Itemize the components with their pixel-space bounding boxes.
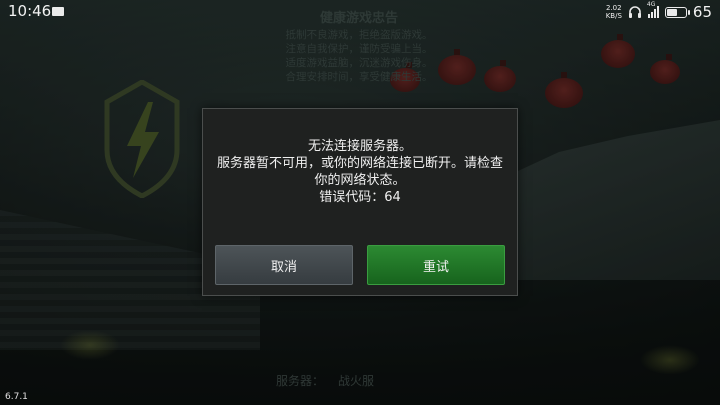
retry-button-label: 重试 xyxy=(422,259,449,275)
status-bar-right: 2.02 KB/S 4G 65 xyxy=(606,1,712,21)
cancel-button-label: 取消 xyxy=(270,259,297,275)
battery-level: 65 xyxy=(692,3,712,21)
retry-button[interactable]: 重试 xyxy=(367,245,505,285)
version-label: 6.7.1 xyxy=(5,392,28,402)
signal-icon: 4G xyxy=(647,1,659,18)
network-speed-unit: KB/S xyxy=(605,12,622,20)
status-time: 10:46 xyxy=(8,2,52,20)
connection-error-dialog: 无法连接服务器。 服务器暂不可用，或你的网络连接已断开。请检查 你的网络状态。 … xyxy=(202,108,518,296)
battery-fill xyxy=(666,8,678,16)
error-code: 错误代码：64 xyxy=(319,190,401,205)
error-message-line: 服务器暂不可用，或你的网络连接已断开。请检查 xyxy=(216,156,503,171)
cancel-button[interactable]: 取消 xyxy=(215,245,353,285)
error-message-line: 你的网络状态。 xyxy=(314,173,406,188)
status-bar: 10:46 2.02 KB/S 4G 65 xyxy=(0,0,720,24)
battery-icon xyxy=(664,6,690,18)
network-type-label: 4G xyxy=(646,1,656,8)
error-message: 无法连接服务器。 服务器暂不可用，或你的网络连接已断开。请检查 你的网络状态。 … xyxy=(203,138,517,206)
notification-icon xyxy=(52,7,64,16)
error-message-line: 无法连接服务器。 xyxy=(307,139,412,154)
headset-icon xyxy=(628,6,641,18)
network-speed-value: 2.02 xyxy=(606,4,622,12)
network-speed: 2.02 KB/S xyxy=(606,4,622,20)
